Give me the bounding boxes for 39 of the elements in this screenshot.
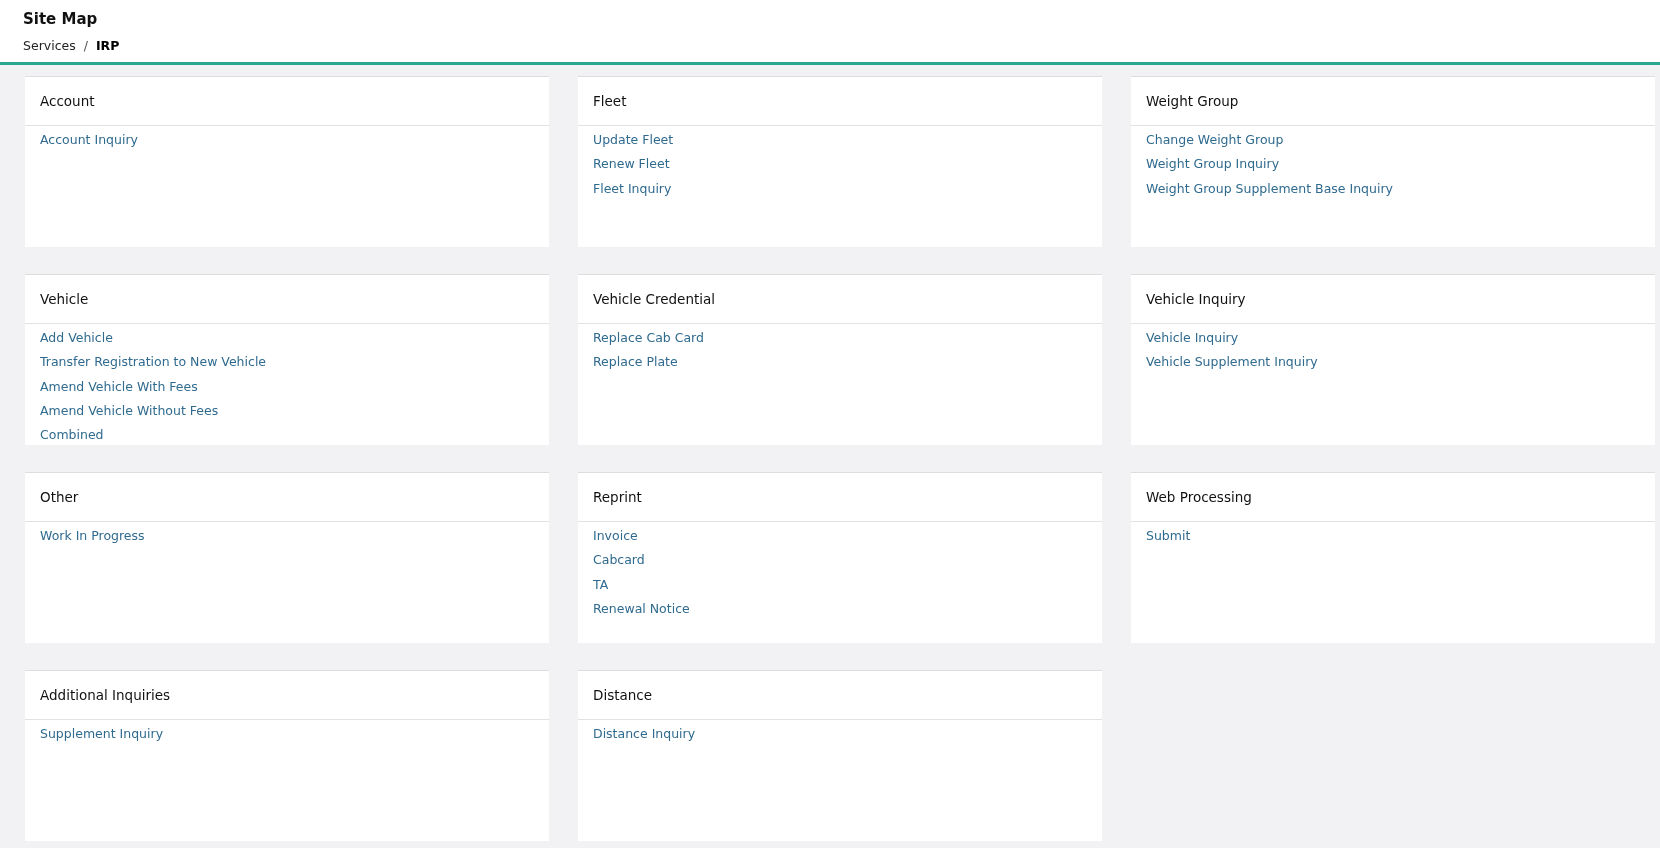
menu-link[interactable]: Renewal Notice: [593, 596, 690, 622]
card-title: Vehicle Credential: [578, 275, 1102, 324]
card-title: Account: [25, 77, 549, 126]
card-title: Vehicle Inquiry: [1131, 275, 1655, 324]
menu-link[interactable]: Update Fleet: [593, 128, 674, 153]
menu-link[interactable]: Invoice: [593, 524, 638, 549]
menu-link[interactable]: Vehicle Supplement Inquiry: [1146, 350, 1318, 375]
menu-link[interactable]: Replace Cab Card: [593, 326, 704, 351]
menu-link[interactable]: Change Weight Group: [1146, 128, 1284, 153]
card-title: Web Processing: [1131, 473, 1655, 522]
card-title: Vehicle: [25, 275, 549, 324]
page-title: Site Map: [23, 9, 99, 28]
menu-link[interactable]: TA: [593, 572, 609, 597]
menu-link[interactable]: Distance Inquiry: [593, 722, 696, 747]
menu-link[interactable]: Fleet Inquiry: [593, 176, 672, 201]
menu-link[interactable]: Weight Group Inquiry: [1146, 152, 1280, 177]
breadcrumb-separator: /: [83, 37, 88, 53]
breadcrumb-current: IRP: [95, 37, 120, 53]
card-title: Additional Inquiries: [25, 671, 549, 720]
breadcrumb-link[interactable]: Services: [23, 37, 76, 53]
menu-link[interactable]: Vehicle Inquiry: [1146, 326, 1239, 351]
menu-link[interactable]: Replace Plate: [593, 350, 678, 375]
menu-link[interactable]: Renew Fleet: [593, 152, 670, 177]
menu-link[interactable]: Add Vehicle: [40, 326, 113, 351]
menu-link[interactable]: Amend Vehicle Without Fees: [40, 398, 219, 424]
menu-link[interactable]: Amend Vehicle With Fees: [40, 374, 198, 399]
menu-link[interactable]: Combined: [40, 423, 104, 448]
menu-link[interactable]: Work In Progress: [40, 524, 145, 549]
card-title: Distance: [578, 671, 1102, 720]
menu-link[interactable]: Supplement Inquiry: [40, 722, 164, 747]
menu-link[interactable]: Cabcard: [593, 548, 645, 573]
card-title: Weight Group: [1131, 77, 1655, 126]
menu-link[interactable]: Transfer Registration to New Vehicle: [40, 350, 267, 375]
card-title: Other: [25, 473, 549, 522]
menu-link[interactable]: Account Inquiry: [40, 128, 138, 153]
menu-link[interactable]: Submit: [1146, 524, 1191, 549]
card-title: Reprint: [578, 473, 1102, 522]
card-title: Fleet: [578, 77, 1102, 126]
menu-link[interactable]: Weight Group Supplement Base Inquiry: [1146, 176, 1393, 201]
